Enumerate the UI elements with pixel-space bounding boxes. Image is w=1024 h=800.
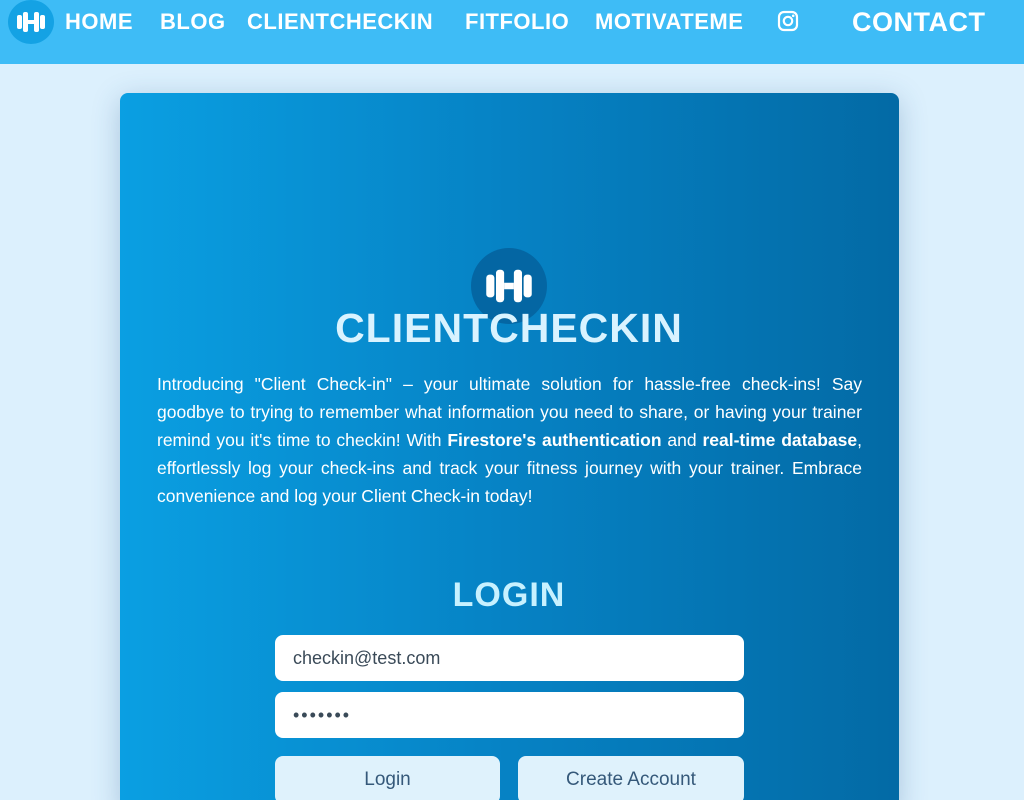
nav-link-home[interactable]: HOME bbox=[65, 8, 133, 36]
intro-bold-firestore-auth: Firestore's authentication bbox=[447, 430, 662, 450]
intro-paragraph: Introducing "Client Check-in" – your ult… bbox=[157, 370, 862, 510]
nav-link-clientcheckin[interactable]: CLIENTCHECKIN bbox=[247, 8, 433, 36]
login-button[interactable]: Login bbox=[275, 756, 500, 800]
nav-link-motivateme[interactable]: MOTIVATEME bbox=[595, 8, 743, 36]
nav-link-contact[interactable]: CONTACT bbox=[852, 5, 985, 39]
nav-link-blog[interactable]: BLOG bbox=[160, 8, 226, 36]
email-field[interactable] bbox=[275, 635, 744, 681]
instagram-icon[interactable] bbox=[777, 10, 799, 32]
nav-link-fitfolio[interactable]: FITFOLIO bbox=[465, 8, 569, 36]
top-navbar: HOME BLOG CLIENTCHECKIN FITFOLIO MOTIVAT… bbox=[0, 0, 1024, 64]
login-heading: LOGIN bbox=[452, 576, 566, 614]
create-account-button[interactable]: Create Account bbox=[518, 756, 744, 800]
page-title: CLIENTCHECKIN bbox=[335, 305, 683, 351]
intro-text-2: and bbox=[661, 430, 703, 450]
dumbbell-icon bbox=[17, 12, 45, 32]
nav-logo-dumbbell-icon[interactable] bbox=[8, 0, 54, 44]
intro-bold-realtime-db: real-time database bbox=[702, 430, 858, 450]
password-field[interactable] bbox=[275, 692, 744, 738]
dumbbell-icon bbox=[486, 269, 532, 303]
